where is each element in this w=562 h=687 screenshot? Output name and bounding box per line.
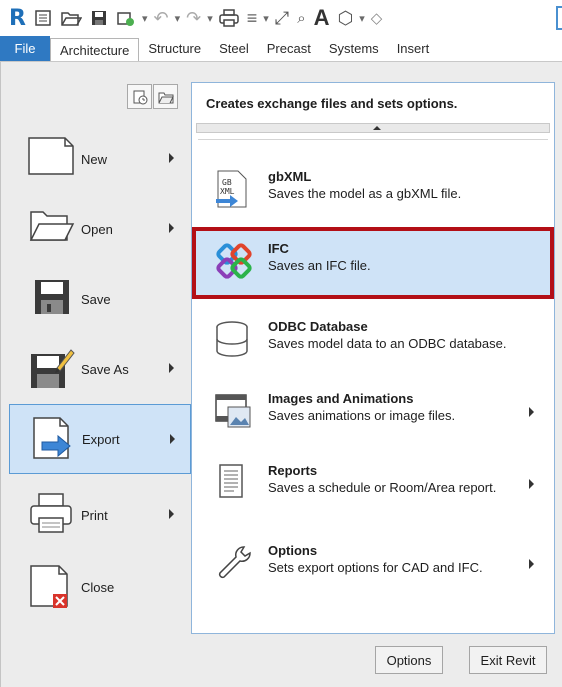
menu-item-print[interactable]: Print: [9, 480, 191, 550]
svg-text:GB: GB: [222, 178, 232, 187]
application-menu-left-pane: New Open Save Save As Export Print Close: [1, 62, 191, 687]
open-documents-icon: [158, 92, 174, 103]
print-icon[interactable]: [216, 5, 242, 31]
dropdown-arrow-icon[interactable]: ▾: [174, 5, 182, 31]
submenu-arrow-icon: [529, 479, 534, 489]
export-icon: [28, 416, 76, 462]
ribbon-tabs: File Architecture Structure Steel Precas…: [0, 36, 562, 62]
tag-icon[interactable]: ⌕: [294, 5, 308, 31]
ifc-icon: [214, 241, 254, 281]
menu-item-label: Close: [81, 579, 115, 595]
export-item-reports[interactable]: Reports Saves a schedule or Room/Area re…: [196, 449, 552, 521]
submenu-arrow-icon: [169, 509, 174, 519]
menu-item-open[interactable]: Open: [9, 194, 191, 264]
new-document-icon: [27, 136, 75, 182]
menu-item-label: Save As: [81, 361, 129, 377]
scroll-up-button[interactable]: [196, 123, 550, 133]
menu-item-save[interactable]: Save: [9, 264, 191, 334]
submenu-arrow-icon: [169, 153, 174, 163]
tab-structure[interactable]: Structure: [139, 36, 210, 61]
undo-icon[interactable]: ↶: [150, 5, 171, 31]
tab-insert[interactable]: Insert: [388, 36, 439, 61]
close-document-icon: [27, 564, 75, 610]
submenu-header: Creates exchange files and sets options.: [206, 95, 458, 111]
export-item-description: Saves a schedule or Room/Area report.: [268, 480, 497, 495]
section-icon[interactable]: ◇: [368, 5, 386, 31]
menu-item-new[interactable]: New: [9, 124, 191, 194]
export-item-ifc[interactable]: IFC Saves an IFC file.: [192, 227, 554, 299]
revit-logo-icon[interactable]: R: [6, 5, 29, 31]
export-item-description: Saves animations or image files.: [268, 408, 456, 423]
export-item-description: Saves the model as a gbXML file.: [268, 186, 462, 201]
export-item-title: gbXML: [268, 169, 312, 184]
print-icon: [27, 492, 75, 538]
dropdown-arrow-icon[interactable]: ▾: [358, 5, 366, 31]
export-item-description: Saves model data to an ODBC database.: [268, 336, 507, 351]
export-item-title: Reports: [268, 463, 318, 478]
open-documents-button[interactable]: [153, 84, 178, 109]
submenu-arrow-icon: [169, 363, 174, 373]
menu-item-close[interactable]: Close: [9, 552, 191, 622]
scroll-up-icon: [373, 126, 381, 130]
dropdown-arrow-icon[interactable]: ▾: [141, 5, 149, 31]
menu-item-label: Export: [82, 431, 120, 447]
list-icon[interactable]: [31, 5, 55, 31]
exit-revit-button[interactable]: Exit Revit: [469, 646, 547, 674]
export-item-gbxml[interactable]: GB XML gbXML Saves the model as a gbXML f…: [196, 155, 552, 227]
tab-file[interactable]: File: [0, 36, 50, 61]
tab-steel[interactable]: Steel: [210, 36, 258, 61]
database-icon: [214, 319, 254, 359]
save-icon[interactable]: [87, 5, 111, 31]
dropdown-arrow-icon[interactable]: ▾: [206, 5, 214, 31]
dropdown-arrow-icon[interactable]: ▾: [262, 5, 270, 31]
export-item-options[interactable]: Options Sets export options for CAD and …: [196, 529, 552, 601]
menu-item-label: Save: [81, 291, 111, 307]
text-icon[interactable]: A: [311, 5, 333, 31]
export-item-description: Saves an IFC file.: [268, 258, 371, 273]
3d-view-icon[interactable]: ⬡: [334, 5, 356, 31]
film-icon: [214, 391, 254, 431]
gbxml-icon: GB XML: [214, 169, 254, 209]
tab-architecture[interactable]: Architecture: [50, 38, 140, 61]
recent-documents-button[interactable]: [127, 84, 152, 109]
menu-item-label: Open: [81, 221, 113, 237]
export-submenu-pane: Creates exchange files and sets options.…: [191, 82, 555, 634]
submenu-arrow-icon: [169, 223, 174, 233]
recent-open-toggle: [127, 84, 178, 109]
submenu-arrow-icon: [170, 434, 175, 444]
measure-icon[interactable]: ≡: [244, 5, 261, 31]
svg-text:XML: XML: [220, 187, 235, 196]
menu-item-export[interactable]: Export: [9, 404, 191, 474]
dimension-icon[interactable]: ⤢: [272, 5, 292, 31]
submenu-arrow-icon: [529, 407, 534, 417]
export-item-title: Options: [268, 543, 318, 558]
tab-precast[interactable]: Precast: [258, 36, 320, 61]
recent-documents-icon: [133, 90, 147, 104]
quick-access-toolbar: R ▾ ↶ ▾ ↷ ▾ ≡ ▾ ⤢ ⌕ A ⬡ ▾ ◇: [0, 0, 562, 36]
export-item-images-animations[interactable]: Images and Animations Saves animations o…: [196, 377, 552, 449]
export-item-odbc[interactable]: ODBC Database Saves model data to an ODB…: [196, 305, 552, 377]
submenu-arrow-icon: [529, 559, 534, 569]
menu-item-label: Print: [81, 507, 108, 523]
divider: [198, 139, 548, 140]
redo-icon[interactable]: ↷: [183, 5, 204, 31]
report-icon: [214, 463, 254, 503]
application-menu: New Open Save Save As Export Print Close…: [0, 62, 562, 687]
window-edge: [556, 6, 562, 30]
export-item-description: Sets export options for CAD and IFC.: [268, 560, 483, 575]
export-item-title: IFC: [268, 241, 289, 256]
save-icon: [27, 276, 75, 322]
sync-icon[interactable]: [113, 5, 139, 31]
menu-item-save-as[interactable]: Save As: [9, 334, 191, 404]
options-button[interactable]: Options: [375, 646, 443, 674]
save-as-icon: [27, 346, 75, 392]
open-folder-icon: [27, 206, 75, 252]
open-folder-icon[interactable]: [57, 5, 85, 31]
menu-item-label: New: [81, 151, 108, 167]
export-item-title: ODBC Database: [268, 319, 368, 334]
tab-systems[interactable]: Systems: [320, 36, 388, 61]
export-item-title: Images and Animations: [268, 391, 414, 406]
wrench-icon: [214, 543, 254, 583]
